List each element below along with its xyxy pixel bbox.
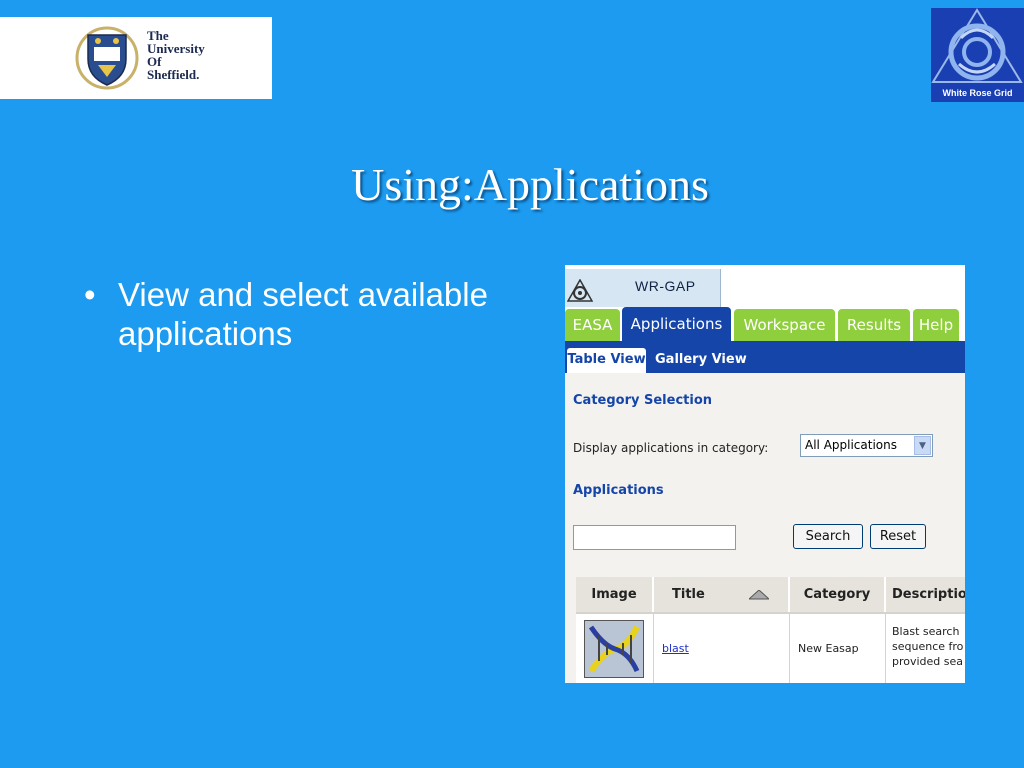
app-category: New Easap: [798, 642, 859, 655]
applications-heading: Applications: [573, 483, 664, 498]
description-line: Blast search: [892, 625, 960, 638]
app-title-link[interactable]: blast: [662, 642, 689, 655]
bullet-text: View and select available applications: [118, 276, 488, 352]
tab-results[interactable]: Results: [838, 309, 910, 341]
app-emblem-icon: [567, 279, 593, 302]
slide-title: Using:Applications: [351, 159, 709, 210]
column-header-image: Image: [576, 577, 654, 612]
bullet-list: • View and select available applications: [84, 275, 538, 353]
sort-ascending-icon[interactable]: [749, 590, 769, 600]
category-label: Display applications in category:: [573, 441, 769, 455]
university-line: Sheffield.: [147, 67, 200, 82]
app-brand[interactable]: WR-GAP: [565, 269, 721, 307]
white-rose-grid-logo: White Rose Grid: [931, 8, 1024, 102]
column-header-description: Descriptio: [886, 577, 965, 612]
search-input[interactable]: [573, 525, 736, 550]
dna-thumbnail[interactable]: [584, 620, 644, 678]
university-logo: The University Of Sheffield.: [0, 17, 272, 99]
applications-table: Image Title Category Descriptio blast Ne…: [576, 577, 965, 683]
tab-workspace[interactable]: Workspace: [734, 309, 835, 341]
view-tab-bar: Table View Gallery View: [565, 341, 965, 373]
app-screenshot: WR-GAP EASA Applications Workspace Resul…: [565, 265, 965, 683]
column-header-title[interactable]: Title: [654, 577, 790, 612]
tab-gallery-view[interactable]: Gallery View: [655, 348, 747, 373]
category-selection-heading: Category Selection: [573, 393, 713, 408]
category-select[interactable]: All Applications ▼: [800, 434, 933, 457]
app-brand-name: WR-GAP: [635, 278, 696, 294]
table-cell-description: Blast search sequence fro provided sea: [886, 614, 965, 683]
tab-help[interactable]: Help: [913, 309, 959, 341]
bullet-item: • View and select available applications: [84, 275, 538, 353]
reset-button[interactable]: Reset: [870, 524, 926, 549]
main-tab-bar: EASA Applications Workspace Results Help: [565, 307, 965, 341]
column-header-title-label: Title: [672, 587, 705, 602]
column-header-category: Category: [790, 577, 886, 612]
table-cell-image: [576, 614, 654, 683]
description-line: provided sea: [892, 655, 964, 668]
tab-table-view[interactable]: Table View: [567, 348, 646, 373]
university-crest-icon: [75, 26, 139, 90]
white-rose-grid-label: White Rose Grid: [942, 88, 1013, 98]
chevron-down-icon[interactable]: ▼: [914, 436, 931, 455]
search-button[interactable]: Search: [793, 524, 863, 549]
dna-helix-icon: [585, 621, 643, 677]
description-line: sequence fro: [892, 640, 964, 653]
table-cell-category: New Easap: [790, 614, 886, 683]
table-cell-title: blast: [654, 614, 790, 683]
category-select-value: All Applications: [805, 438, 897, 452]
tab-applications[interactable]: Applications: [622, 307, 731, 341]
university-name: The University Of Sheffield.: [147, 29, 205, 81]
tab-easa[interactable]: EASA: [565, 309, 620, 341]
bullet-dot-icon: •: [84, 276, 96, 313]
app-header: WR-GAP: [565, 265, 965, 307]
